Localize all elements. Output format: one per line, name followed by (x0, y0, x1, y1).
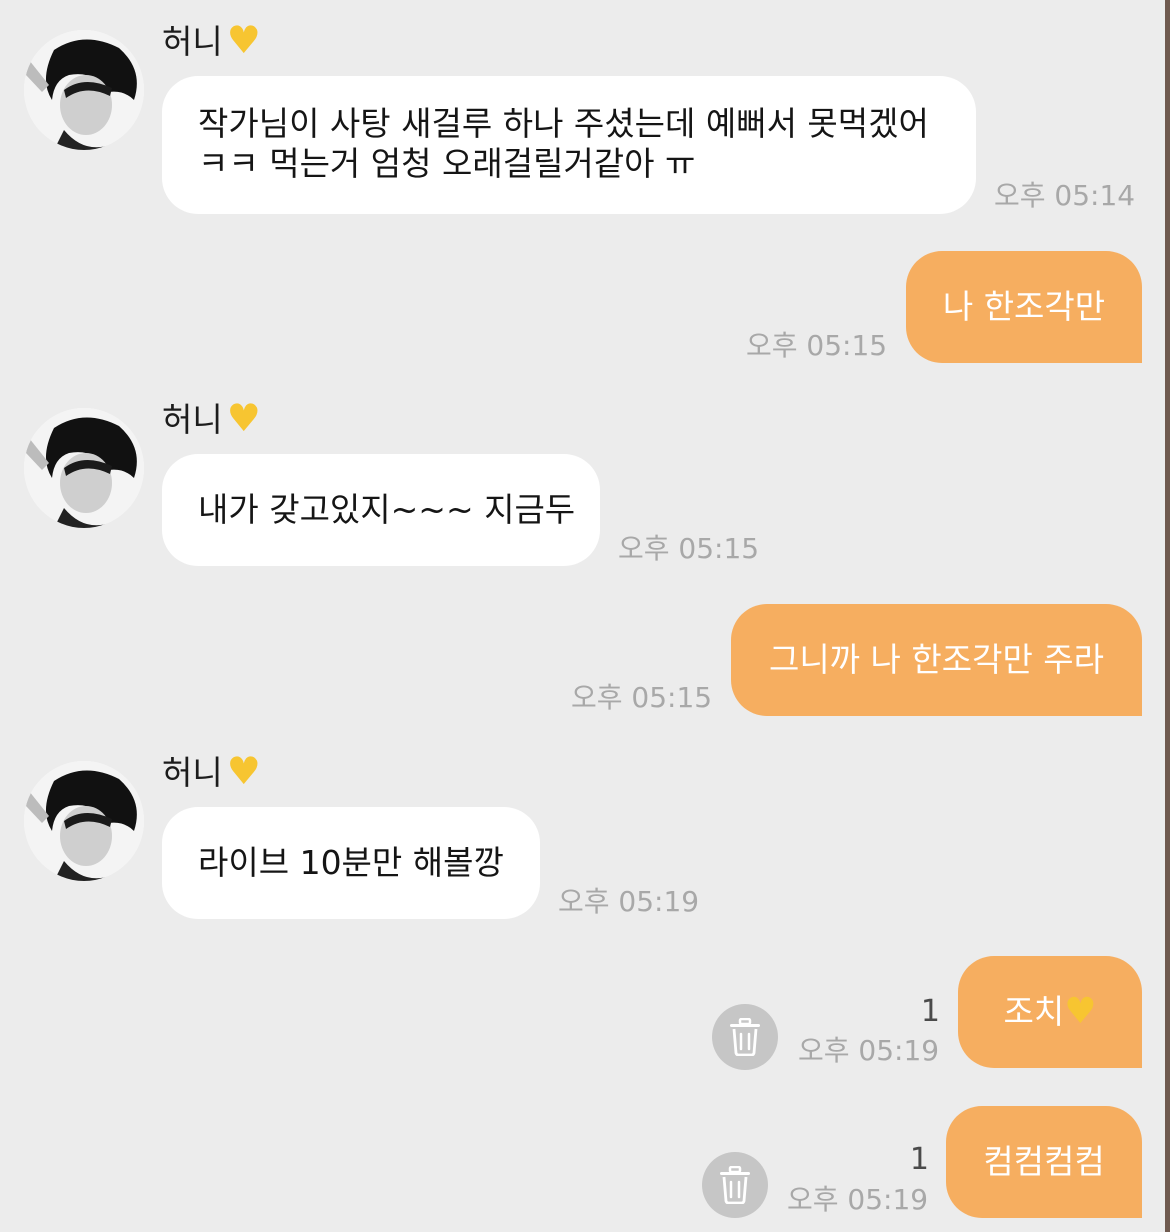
message-text: 그니까 나 한조각만 주라 (768, 640, 1105, 679)
unread-count: 1 (909, 1142, 929, 1177)
window-edge (1165, 0, 1170, 1232)
unread-count: 1 (920, 994, 940, 1029)
yellow-heart-icon: ♥ (226, 396, 261, 440)
avatar[interactable] (24, 30, 144, 150)
yellow-heart-icon: ♥ (226, 18, 261, 62)
message-bubble-outgoing[interactable]: 조치 ♥ (958, 956, 1142, 1068)
message-text-line: ㅋㅋ 먹는거 엄청 오래걸릴거같아 ㅠ (198, 144, 696, 183)
message-timestamp: 오후 05:15 (571, 681, 713, 714)
message-bubble-outgoing[interactable]: 나 한조각만 (906, 251, 1142, 363)
yellow-heart-icon: ♥ (1064, 991, 1097, 1032)
message-text: 내가 갖고있지~~~ 지금두 (198, 490, 576, 529)
message-text-line: 작가님이 사탕 새걸루 하나 주셨는데 예뻐서 못먹겠어 (198, 104, 929, 143)
delete-message-button[interactable] (702, 1152, 768, 1218)
message-timestamp: 오후 05:15 (746, 329, 888, 362)
sender-name: 허니 ♥ (162, 749, 261, 793)
delete-message-button[interactable] (712, 1004, 778, 1070)
message-text: 라이브 10분만 해볼깡 (198, 843, 504, 882)
trash-icon (730, 1018, 760, 1056)
message-bubble-outgoing[interactable]: 그니까 나 한조각만 주라 (731, 604, 1142, 716)
message-timestamp: 오후 05:19 (558, 885, 700, 918)
message-timestamp: 오후 05:14 (994, 179, 1136, 212)
message-text: 컴컴컴컴 (983, 1142, 1105, 1181)
avatar[interactable] (24, 408, 144, 528)
message-timestamp: 오후 05:19 (787, 1183, 929, 1216)
message-timestamp: 오후 05:19 (798, 1034, 940, 1067)
message-timestamp: 오후 05:15 (618, 532, 760, 565)
trash-icon (720, 1166, 750, 1204)
sender-name: 허니 ♥ (162, 18, 261, 62)
message-text: 나 한조각만 (942, 287, 1106, 326)
message-bubble-incoming[interactable]: 라이브 10분만 해볼깡 (162, 807, 540, 919)
message-bubble-outgoing[interactable]: 컴컴컴컴 (946, 1106, 1142, 1218)
message-bubble-incoming[interactable]: 내가 갖고있지~~~ 지금두 (162, 454, 600, 566)
sender-name: 허니 ♥ (162, 396, 261, 440)
avatar[interactable] (24, 761, 144, 881)
yellow-heart-icon: ♥ (226, 749, 261, 793)
message-text: 조치 (1003, 992, 1065, 1031)
message-bubble-incoming[interactable]: 작가님이 사탕 새걸루 하나 주셨는데 예뻐서 못먹겠어 ㅋㅋ 먹는거 엄청 오… (162, 76, 976, 214)
